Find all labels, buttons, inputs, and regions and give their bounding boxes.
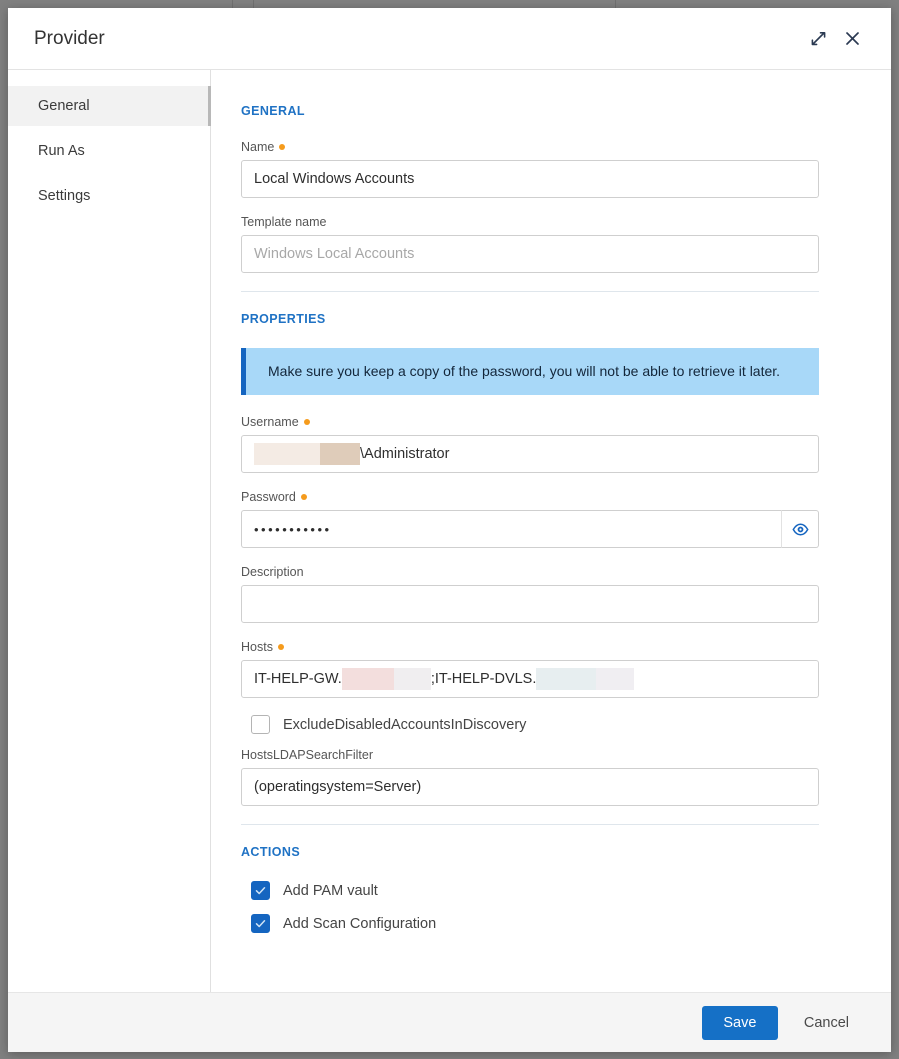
redaction-block [596, 668, 634, 690]
check-icon [254, 884, 267, 897]
section-heading-actions: ACTIONS [241, 845, 819, 859]
section-heading-properties: PROPERTIES [241, 312, 819, 326]
redaction-block [320, 443, 360, 465]
redaction-block [394, 668, 431, 690]
field-template-name: Template name Windows Local Accounts [241, 215, 819, 273]
hosts-input[interactable]: IT-HELP-GW. ;IT-HELP-DVLS. [241, 660, 819, 698]
field-hosts-ldap-search-filter: HostsLDAPSearchFilter (operatingsystem=S… [241, 748, 819, 806]
hosts-ldap-search-filter-input[interactable]: (operatingsystem=Server) [241, 768, 819, 806]
password-warning-banner: Make sure you keep a copy of the passwor… [241, 348, 819, 395]
username-suffix: \Administrator [360, 446, 449, 462]
description-input[interactable] [241, 585, 819, 623]
sidebar-item-settings[interactable]: Settings [8, 176, 210, 216]
checkbox-exclude-disabled-accounts[interactable]: ExcludeDisabledAccountsInDiscovery [251, 715, 819, 734]
username-input[interactable]: \Administrator [241, 435, 819, 473]
required-dot-icon [279, 144, 285, 150]
field-label-template-name: Template name [241, 215, 819, 229]
field-name: Name Local Windows Accounts [241, 140, 819, 198]
page-title: Provider [34, 28, 801, 50]
checkbox-label: ExcludeDisabledAccountsInDiscovery [283, 717, 526, 733]
field-description: Description [241, 565, 819, 623]
required-dot-icon [304, 419, 310, 425]
field-username: Username \Administrator [241, 415, 819, 473]
checkbox-box [251, 881, 270, 900]
sidebar-item-run-as[interactable]: Run As [8, 131, 210, 171]
checkbox-box [251, 914, 270, 933]
dialog-titlebar: Provider [8, 8, 891, 70]
cancel-button[interactable]: Cancel [792, 1006, 861, 1040]
close-icon[interactable] [835, 22, 869, 56]
sidebar-item-general[interactable]: General [8, 86, 211, 126]
redaction-block [536, 668, 596, 690]
field-password: Password ••••••••••• [241, 490, 819, 548]
section-divider [241, 291, 819, 292]
checkbox-add-scan-configuration[interactable]: Add Scan Configuration [251, 914, 819, 933]
section-heading-general: GENERAL [241, 104, 819, 118]
field-label-username: Username [241, 415, 819, 429]
dialog-body: General Run As Settings GENERAL Name Loc… [8, 70, 891, 992]
save-button[interactable]: Save [702, 1006, 778, 1040]
field-label-name: Name [241, 140, 819, 154]
sidebar-item-label: Settings [38, 188, 90, 204]
expand-diagonal-icon[interactable] [801, 22, 835, 56]
field-label-password: Password [241, 490, 819, 504]
hosts-part2: ;IT-HELP-DVLS. [431, 671, 537, 687]
eye-icon[interactable] [781, 510, 819, 548]
field-hosts: Hosts IT-HELP-GW. ;IT-HELP-DVLS. [241, 640, 819, 698]
section-divider [241, 824, 819, 825]
check-icon [254, 917, 267, 930]
required-dot-icon [278, 644, 284, 650]
checkbox-label: Add PAM vault [283, 883, 378, 899]
redaction-block [342, 668, 394, 690]
provider-dialog: Provider General [8, 8, 891, 1052]
name-input[interactable]: Local Windows Accounts [241, 160, 819, 198]
password-row: ••••••••••• [241, 510, 819, 548]
checkbox-label: Add Scan Configuration [283, 916, 436, 932]
field-label-hosts-ldap-search-filter: HostsLDAPSearchFilter [241, 748, 819, 762]
field-label-hosts: Hosts [241, 640, 819, 654]
required-dot-icon [301, 494, 307, 500]
password-input[interactable]: ••••••••••• [241, 510, 781, 548]
dialog-sidebar: General Run As Settings [8, 70, 211, 992]
checkbox-add-pam-vault[interactable]: Add PAM vault [251, 881, 819, 900]
sidebar-item-label: General [38, 98, 90, 114]
checkbox-box [251, 715, 270, 734]
sidebar-item-label: Run As [38, 143, 85, 159]
dialog-content: GENERAL Name Local Windows Accounts Temp… [211, 70, 891, 992]
dialog-footer: Save Cancel [8, 992, 891, 1052]
template-name-input[interactable]: Windows Local Accounts [241, 235, 819, 273]
hosts-part1: IT-HELP-GW. [254, 671, 342, 687]
field-label-description: Description [241, 565, 819, 579]
redaction-block [254, 443, 320, 465]
